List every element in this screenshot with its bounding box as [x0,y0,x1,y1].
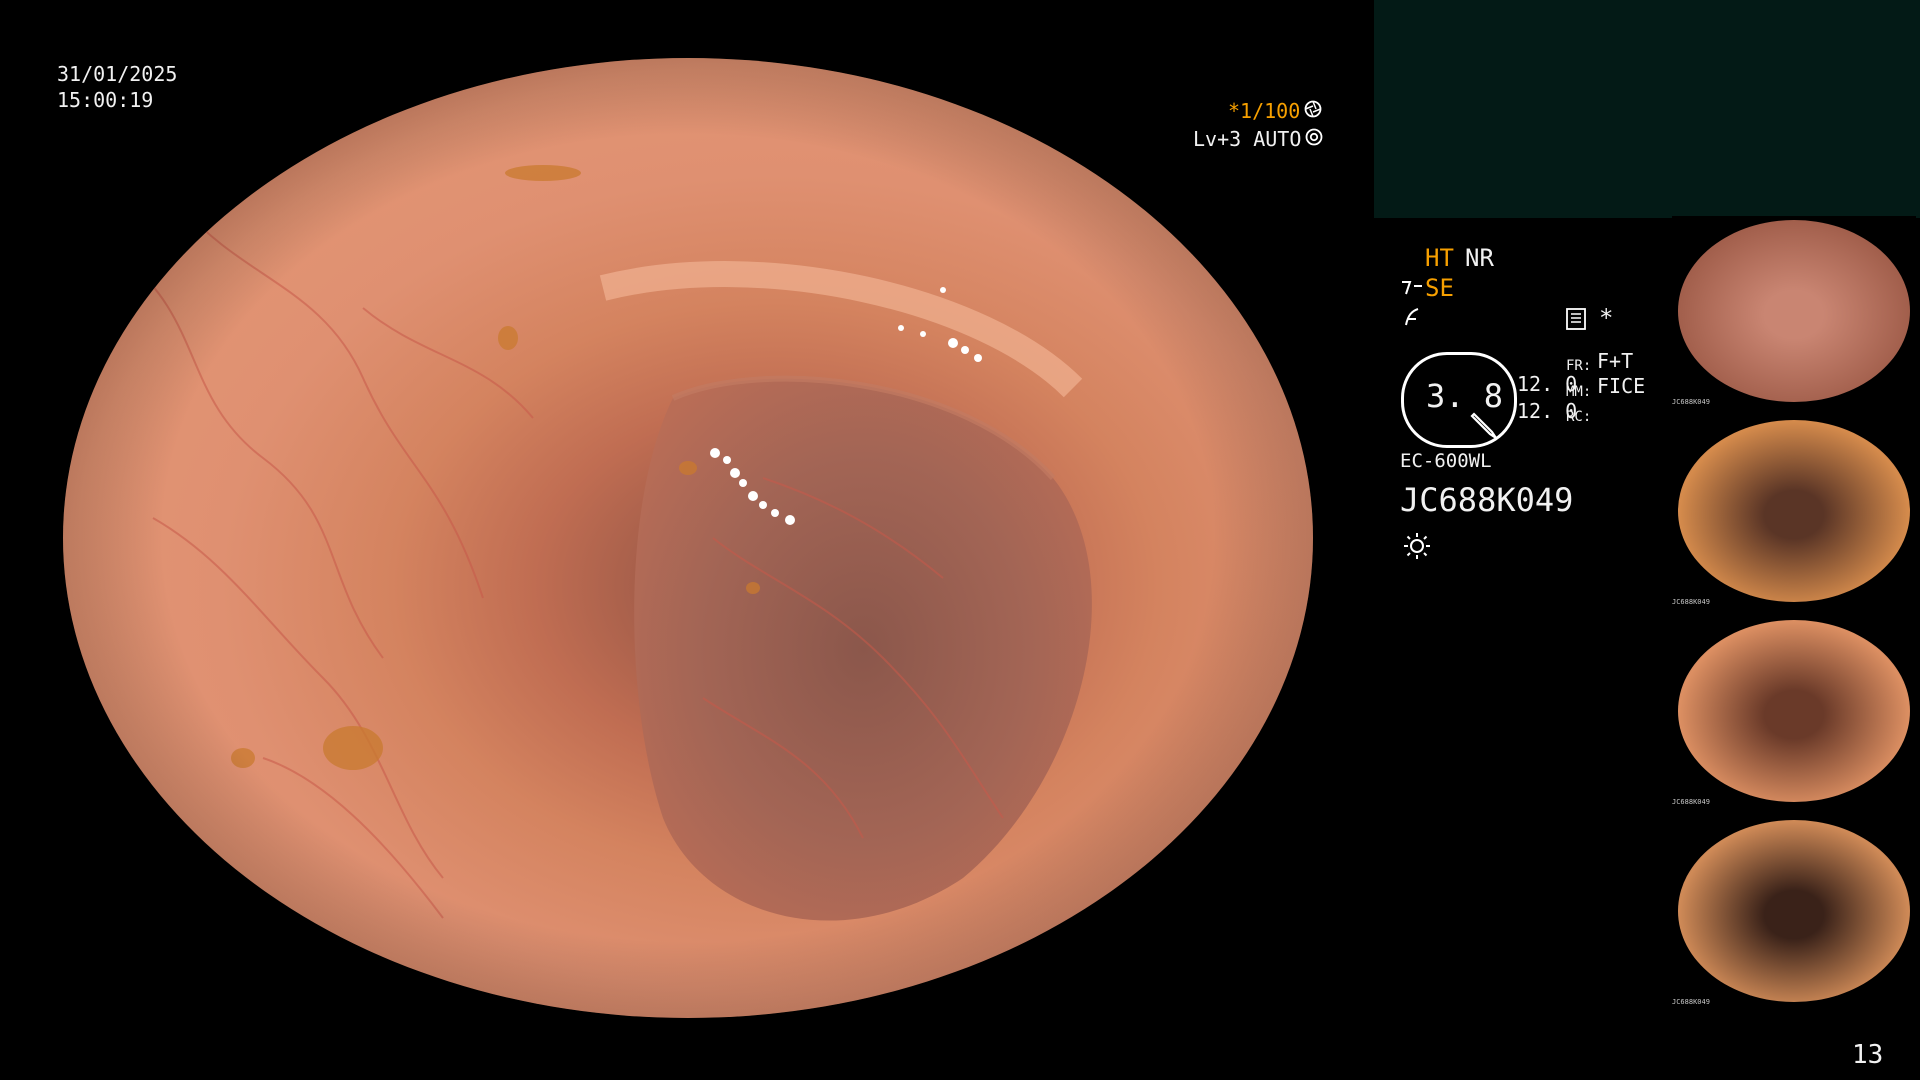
thumbnail-image [1678,620,1910,802]
structure-enhance-icon [1400,276,1424,302]
date-text: 31/01/2025 [57,62,178,86]
mm-value: FICE [1597,374,1646,398]
blank-area [1374,0,1920,218]
ht-indicator: HT [1425,244,1454,272]
iris-mode-text: Lv+3 AUTO [1193,126,1302,151]
scope-model: EC-600WL [1400,450,1492,472]
thumbnail-caption: JC688K049 [1672,398,1710,406]
aperture-icon [1304,100,1322,122]
endoscope-view: 31/01/2025 15:00:19 *1/100 Lv+3 AUTO [0,0,1370,1080]
thumbnail-caption: JC688K049 [1672,798,1710,806]
shutter-text: *1/100 [1228,98,1301,123]
thumbnail-2[interactable]: JC688K049 [1672,416,1916,606]
thumbnail-image [1678,220,1910,402]
asterisk-indicator: * [1599,304,1614,332]
rc-label: RC: [1566,409,1592,425]
thumbnail-1[interactable]: JC688K049 [1672,216,1916,406]
iris-icon [1305,128,1323,150]
mucosa-illustration [63,58,1313,1018]
shutter-indicator: *1/100 [1228,98,1322,124]
se-indicator: SE [1425,274,1454,302]
page-number: 13 [1852,1040,1884,1070]
thumbnail-image [1678,420,1910,602]
endoscope-image [63,58,1313,1018]
fr-value: F+T [1597,349,1634,373]
thumbnail-4[interactable]: JC688K049 [1672,816,1916,1006]
iris-indicator: Lv+3 AUTO [1193,126,1323,152]
light-icon [1402,531,1432,565]
fr-label: FR: [1566,358,1592,374]
thumbnail-image [1678,820,1910,1002]
mm-label: MM: [1566,384,1592,400]
pencil-icon [1470,410,1500,444]
time-text: 15:00:19 [57,88,154,112]
nr-indicator: NR [1465,244,1494,272]
memory-icon [1566,308,1586,334]
thumbnail-caption: JC688K049 [1672,598,1710,606]
contrast-icon [1402,305,1422,333]
thumbnail-3[interactable]: JC688K049 [1672,616,1916,806]
thumbnail-caption: JC688K049 [1672,998,1710,1006]
scope-serial: JC688K049 [1400,481,1574,519]
